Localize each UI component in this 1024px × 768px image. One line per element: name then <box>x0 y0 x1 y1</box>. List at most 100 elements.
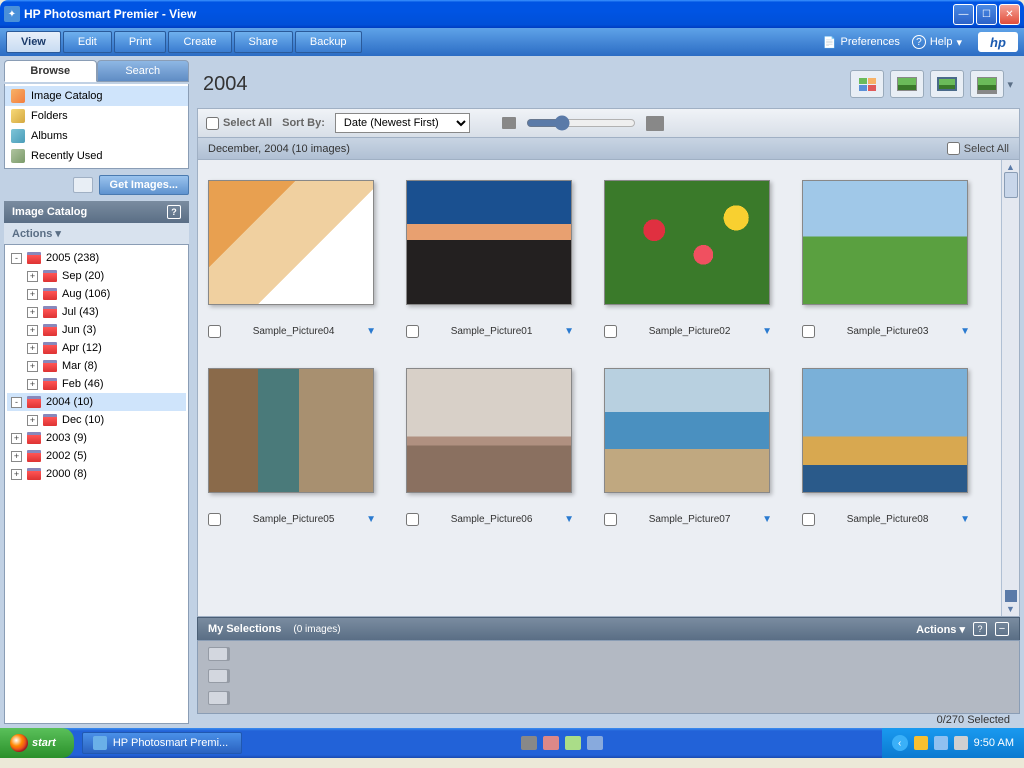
tree-node[interactable]: -2004 (10) <box>7 393 186 411</box>
clock[interactable]: 9:50 AM <box>974 737 1014 749</box>
tree-node[interactable]: +2002 (5) <box>7 447 186 465</box>
get-images-button[interactable]: Get Images... <box>99 175 189 195</box>
view-mode-slideshow-icon[interactable]: ▾ <box>970 70 1004 98</box>
help-link[interactable]: ? Help ▾ <box>912 35 962 49</box>
view-mode-fullscreen-icon[interactable] <box>930 70 964 98</box>
tree-toggle-icon[interactable]: + <box>27 361 38 372</box>
thumbnail-image[interactable] <box>802 180 968 305</box>
tree-toggle-icon[interactable]: + <box>27 379 38 390</box>
close-button[interactable]: ✕ <box>999 4 1020 25</box>
thumbnail-menu-icon[interactable]: ▼ <box>366 326 376 337</box>
actions-dropdown[interactable]: Actions ▾ <box>4 223 189 244</box>
thumbnail-image[interactable] <box>208 368 374 493</box>
tab-search[interactable]: Search <box>97 60 190 82</box>
thumbnail-image[interactable] <box>604 368 770 493</box>
thumbnail-checkbox[interactable] <box>208 513 221 526</box>
selection-tool-3-icon[interactable] <box>208 691 228 705</box>
tab-browse[interactable]: Browse <box>4 60 97 82</box>
tray-volume-icon[interactable] <box>954 736 968 750</box>
tree-toggle-icon[interactable]: + <box>27 289 38 300</box>
menu-view[interactable]: View <box>6 31 61 53</box>
thumbnail-size-slider[interactable] <box>526 115 636 131</box>
sort-by-select[interactable]: Date (Newest First) <box>335 113 470 133</box>
thumb-large-icon[interactable] <box>646 116 664 131</box>
group-select-all-checkbox[interactable] <box>947 142 960 155</box>
panel-help-icon[interactable]: ? <box>167 205 181 219</box>
ql-icon-4[interactable] <box>587 736 603 750</box>
thumbnail-checkbox[interactable] <box>802 325 815 338</box>
tree-node[interactable]: +Mar (8) <box>7 357 186 375</box>
ql-icon-2[interactable] <box>543 736 559 750</box>
thumbnail-menu-icon[interactable]: ▼ <box>762 514 772 525</box>
thumbnail-menu-icon[interactable]: ▼ <box>366 514 376 525</box>
minimize-button[interactable]: — <box>953 4 974 25</box>
thumbnail-image[interactable] <box>208 180 374 305</box>
tree-node[interactable]: +Feb (46) <box>7 375 186 393</box>
thumbnail-menu-icon[interactable]: ▼ <box>564 514 574 525</box>
menu-edit[interactable]: Edit <box>63 31 112 53</box>
tree-node[interactable]: +2000 (8) <box>7 465 186 483</box>
scrollbar-thumb[interactable] <box>1004 172 1018 198</box>
chevron-down-icon[interactable]: ▾ <box>1007 78 1013 91</box>
sidebar-item-folders[interactable]: Folders <box>5 106 188 126</box>
tree-toggle-icon[interactable]: + <box>27 271 38 282</box>
ql-icon-1[interactable] <box>521 736 537 750</box>
thumbnail-checkbox[interactable] <box>604 325 617 338</box>
tree-node[interactable]: +Sep (20) <box>7 267 186 285</box>
tree-toggle-icon[interactable]: + <box>11 469 22 480</box>
selections-collapse-icon[interactable]: − <box>995 622 1009 636</box>
select-all-checkbox[interactable] <box>206 117 219 130</box>
view-mode-grid-icon[interactable] <box>850 70 884 98</box>
tree-toggle-icon[interactable]: + <box>27 307 38 318</box>
thumbnail-image[interactable] <box>604 180 770 305</box>
menu-share[interactable]: Share <box>234 31 293 53</box>
selections-help-icon[interactable]: ? <box>973 622 987 636</box>
preferences-link[interactable]: 📄 Preferences <box>823 36 900 49</box>
tree-toggle-icon[interactable]: - <box>11 397 22 408</box>
select-all-toolbar[interactable]: Select All <box>206 117 272 130</box>
scrollbar[interactable]: ▲ ▼ <box>1001 160 1019 616</box>
thumbnail-checkbox[interactable] <box>802 513 815 526</box>
maximize-button[interactable]: ☐ <box>976 4 997 25</box>
sidebar-item-albums[interactable]: Albums <box>5 126 188 146</box>
selection-tool-2-icon[interactable] <box>208 669 228 683</box>
tray-hide-icon[interactable]: ‹ <box>892 735 908 751</box>
tree-node[interactable]: +Apr (12) <box>7 339 186 357</box>
tree-toggle-icon[interactable]: + <box>11 433 22 444</box>
tree-node[interactable]: +Dec (10) <box>7 411 186 429</box>
start-button[interactable]: start <box>0 728 74 758</box>
taskbar-app-button[interactable]: HP Photosmart Premi... <box>82 732 242 754</box>
tray-shield-icon[interactable] <box>914 736 928 750</box>
sidebar-item-image-catalog[interactable]: Image Catalog <box>5 86 188 106</box>
tree-node[interactable]: +Aug (106) <box>7 285 186 303</box>
tree-toggle-icon[interactable]: + <box>27 343 38 354</box>
thumbnail-menu-icon[interactable]: ▼ <box>564 326 574 337</box>
thumb-small-icon[interactable] <box>502 117 516 129</box>
thumbnail-checkbox[interactable] <box>208 325 221 338</box>
thumbnail-menu-icon[interactable]: ▼ <box>762 326 772 337</box>
selection-tool-1-icon[interactable] <box>208 647 228 661</box>
view-mode-single-icon[interactable] <box>890 70 924 98</box>
sidebar-item-recently-used[interactable]: Recently Used <box>5 146 188 166</box>
tree-toggle-icon[interactable]: - <box>11 253 22 264</box>
menu-backup[interactable]: Backup <box>295 31 362 53</box>
tree-toggle-icon[interactable]: + <box>27 325 38 336</box>
tray-network-icon[interactable] <box>934 736 948 750</box>
camera-icon[interactable] <box>73 177 93 193</box>
menu-print[interactable]: Print <box>114 31 167 53</box>
tree-toggle-icon[interactable]: + <box>27 415 38 426</box>
thumbnail-image[interactable] <box>406 368 572 493</box>
tree-node[interactable]: -2005 (238) <box>7 249 186 267</box>
ql-icon-3[interactable] <box>565 736 581 750</box>
thumbnail-menu-icon[interactable]: ▼ <box>960 326 970 337</box>
thumbnail-menu-icon[interactable]: ▼ <box>960 514 970 525</box>
menu-create[interactable]: Create <box>168 31 231 53</box>
thumbnail-checkbox[interactable] <box>406 513 419 526</box>
scroll-down-icon[interactable]: ▼ <box>1006 604 1015 614</box>
tree-node[interactable]: +Jul (43) <box>7 303 186 321</box>
selections-actions-dropdown[interactable]: Actions ▾ <box>916 623 965 636</box>
thumbnail-image[interactable] <box>406 180 572 305</box>
thumbnail-image[interactable] <box>802 368 968 493</box>
thumbnail-checkbox[interactable] <box>406 325 419 338</box>
tree-node[interactable]: +Jun (3) <box>7 321 186 339</box>
